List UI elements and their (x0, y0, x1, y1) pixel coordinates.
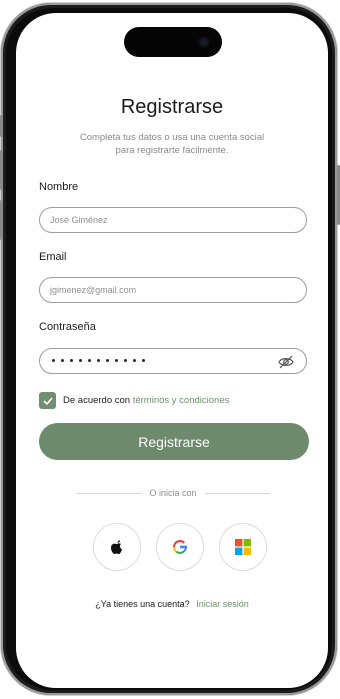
divider: O inicia con (76, 488, 270, 498)
phone-side-button (0, 115, 3, 137)
apple-icon (111, 540, 122, 554)
microsoft-icon (235, 539, 251, 555)
password-dot (52, 359, 55, 362)
app-screen: Registrarse Completa tus datos o usa una… (16, 13, 328, 688)
phone-volume-up (0, 150, 3, 190)
dynamic-island (124, 27, 222, 57)
eye-off-icon[interactable] (278, 355, 294, 369)
divider-line-left (76, 492, 142, 494)
terms-link[interactable]: términos y condiciones (133, 395, 230, 406)
email-field[interactable]: jgimenez@gmail.com (39, 277, 307, 303)
divider-line-right (204, 492, 270, 494)
subtitle-line-1: Completa tus datos o usa una cuenta soci… (79, 132, 265, 143)
name-label: Nombre (39, 181, 79, 193)
divider-text: O inicia con (149, 488, 197, 498)
terms-checkbox[interactable] (39, 392, 56, 409)
terms-prefix: De acuerdo con (63, 395, 131, 406)
password-dot (142, 359, 145, 362)
password-label: Contraseña (39, 321, 96, 333)
password-dot (70, 359, 73, 362)
password-dot (115, 359, 118, 362)
password-dot (79, 359, 82, 362)
signin-prompt: ¿Ya tienes una cuenta? Iniciar sesión (16, 599, 328, 609)
checkmark-icon (42, 396, 53, 405)
apple-signin-button[interactable] (93, 523, 141, 571)
register-button[interactable]: Registrarse (39, 423, 309, 460)
signin-link[interactable]: Iniciar sesión (196, 599, 249, 609)
footer-text: ¿Ya tienes una cuenta? (95, 599, 190, 609)
page-title: Registrarse (120, 96, 224, 118)
email-value: jgimenez@gmail.com (50, 285, 137, 295)
page-subtitle: Completa tus datos o usa una cuenta soci… (56, 131, 288, 157)
camera-icon (198, 36, 210, 48)
password-dots (52, 356, 145, 362)
terms-text: De acuerdo con términos y condiciones (63, 395, 229, 406)
google-signin-button[interactable] (156, 523, 204, 571)
password-dot (133, 359, 136, 362)
password-dot (88, 359, 91, 362)
subtitle-line-2: para registrarte fácilmente. (115, 145, 229, 156)
name-field[interactable]: José Giménez (39, 207, 307, 233)
microsoft-signin-button[interactable] (219, 523, 267, 571)
google-icon (172, 539, 188, 554)
name-value: José Giménez (50, 215, 108, 225)
password-dot (124, 359, 127, 362)
password-dot (61, 359, 64, 362)
password-dot (106, 359, 109, 362)
password-field[interactable] (39, 348, 307, 374)
email-label: Email (39, 251, 67, 263)
phone-volume-down (0, 200, 3, 240)
password-dot (97, 359, 100, 362)
